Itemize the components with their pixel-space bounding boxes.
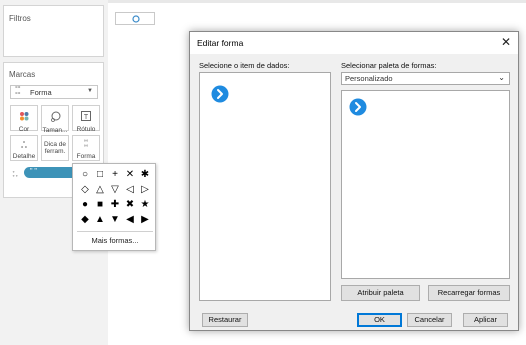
dialog-title: Editar forma — [197, 38, 244, 48]
palette-shapes-area[interactable] — [341, 90, 510, 279]
shape-option[interactable]: ▽ — [109, 184, 121, 196]
detail-card-label: Detalhe — [12, 153, 36, 160]
shape-option[interactable]: ▲ — [94, 214, 106, 226]
detail-card[interactable]: ∘ ∘∘ Detalhe — [10, 135, 38, 161]
shape-option[interactable]: ✚ — [109, 199, 121, 211]
color-card[interactable]: Cor — [10, 105, 38, 133]
size-icon — [42, 111, 68, 125]
tooltip-card[interactable]: Dica de ferram. — [41, 135, 69, 161]
chevron-down-icon: ▼ — [87, 88, 93, 94]
marks-title: Marcas — [9, 70, 36, 79]
size-card[interactable]: Taman... — [41, 105, 69, 134]
edit-shape-dialog: Editar forma ✕ Selecione o item de dados… — [189, 31, 519, 331]
shape-card-label: Forma — [76, 153, 96, 160]
shape-option[interactable]: ✖ — [124, 199, 136, 211]
popup-separator — [77, 231, 153, 232]
filters-shelf: Filtros — [3, 5, 104, 57]
shape-option[interactable]: ◇ — [79, 184, 91, 196]
shape-card[interactable]: °° °° Forma — [72, 135, 100, 161]
svg-text:T: T — [84, 114, 89, 121]
restore-button[interactable]: Restaurar — [202, 313, 248, 327]
palette-value: Personalizado — [345, 74, 393, 83]
circle-mark — [132, 15, 140, 23]
pill-text: " " — [30, 168, 37, 175]
shape-option[interactable]: ▶ — [139, 214, 151, 226]
dialog-titlebar: Editar forma ✕ — [190, 32, 518, 54]
data-items-list[interactable] — [199, 72, 331, 301]
palette-label: Selecionar paleta de formas: — [341, 61, 437, 70]
size-card-label: Taman... — [42, 127, 68, 134]
palette-select[interactable]: Personalizado ⌄ — [341, 72, 510, 85]
shapes-icon: °° °° — [15, 86, 21, 99]
filters-title: Filtros — [9, 14, 31, 23]
shape-option[interactable]: ◀ — [124, 214, 136, 226]
assign-palette-button[interactable]: Atribuir paleta — [341, 285, 420, 301]
data-items-label: Selecione o item de dados: — [199, 61, 290, 70]
shape-picker-popup: ○ □ + ✕ ✱ ◇ △ ▽ ◁ ▷ ● ■ ✚ ✖ ★ ◆ ▲ ▼ ◀ ▶ Mais formas... — [72, 163, 156, 251]
color-card-label: Cor — [18, 126, 30, 133]
mark-type-label: Forma — [30, 88, 52, 97]
shape-option[interactable]: + — [109, 169, 121, 181]
cancel-button[interactable]: Cancelar — [407, 313, 452, 327]
shape-option[interactable]: ★ — [139, 199, 151, 211]
mark-type-dropdown[interactable]: °° °° Forma ▼ — [10, 85, 98, 99]
shape-option[interactable]: △ — [94, 184, 106, 196]
shape-option[interactable]: ◁ — [124, 184, 136, 196]
shape-option[interactable]: ✱ — [139, 169, 151, 181]
detail-dots-icon: ∘ ∘∘ — [20, 140, 28, 151]
label-card[interactable]: T Rótulo — [72, 105, 100, 133]
shape-option[interactable]: ▷ — [139, 184, 151, 196]
tooltip-card-label: Dica de ferram. — [43, 141, 67, 155]
label-card-label: Rótulo — [76, 126, 96, 133]
shape-option[interactable]: □ — [94, 169, 106, 181]
text-label-icon: T — [73, 111, 99, 124]
shape-option[interactable]: ● — [79, 199, 91, 211]
ok-button[interactable]: OK — [357, 313, 402, 327]
shape-option[interactable]: ■ — [94, 199, 106, 211]
reload-shapes-button[interactable]: Recarregar formas — [428, 285, 510, 301]
chevron-down-icon: ⌄ — [498, 73, 505, 82]
shape-option[interactable]: ▼ — [109, 214, 121, 226]
apply-button[interactable]: Aplicar — [463, 313, 508, 327]
more-shapes-link[interactable]: Mais formas... — [73, 236, 157, 245]
canvas-top-divider — [108, 0, 526, 3]
arrow-right-circle-icon[interactable] — [349, 98, 367, 116]
shape-grid: ○ □ + ✕ ✱ ◇ △ ▽ ◁ ▷ ● ■ ✚ ✖ ★ ◆ ▲ ▼ ◀ ▶ — [75, 167, 155, 227]
shapes-icon: °° °° — [83, 140, 89, 151]
color-dots-icon — [11, 111, 37, 124]
arrow-right-circle-icon[interactable] — [211, 85, 229, 103]
detail-dots-icon: ∘ ∘∘ — [12, 169, 19, 179]
shape-option[interactable]: ◆ — [79, 214, 91, 226]
shape-option[interactable]: ○ — [79, 169, 91, 181]
canvas-mark-cell[interactable] — [115, 12, 155, 25]
close-icon[interactable]: ✕ — [501, 36, 511, 48]
shape-option[interactable]: ✕ — [124, 169, 136, 181]
